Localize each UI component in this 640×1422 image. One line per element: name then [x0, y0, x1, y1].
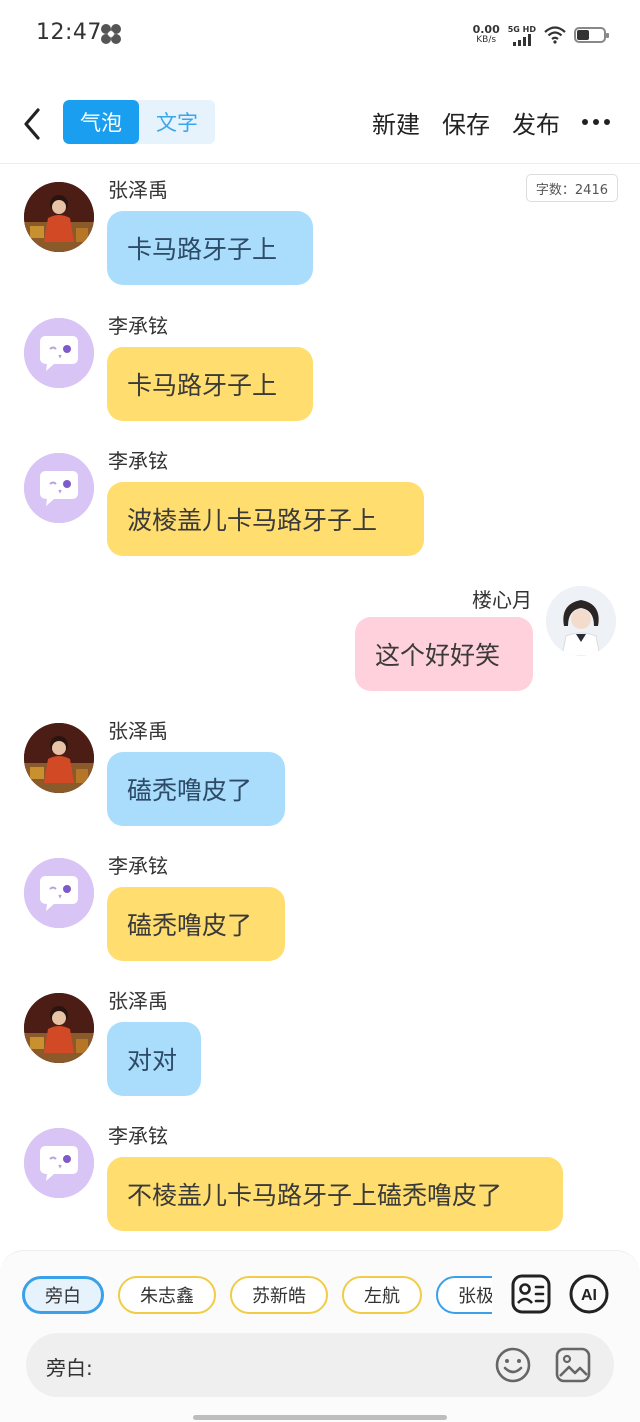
- toolbar-actions: 新建 保存 发布: [372, 100, 610, 144]
- save-button[interactable]: 保存: [442, 105, 490, 140]
- message-input-bar: 旁白:: [26, 1333, 614, 1397]
- character-selector: 旁白 朱志鑫 苏新皓 左航 张极: [22, 1276, 492, 1316]
- tab-text[interactable]: 文字: [139, 100, 215, 144]
- profile-photo-icon: [24, 182, 94, 252]
- character-chip[interactable]: 朱志鑫: [118, 1276, 216, 1314]
- message-item[interactable]: 李承铉 波棱盖儿卡马路牙子上: [0, 445, 640, 565]
- wifi-icon: [544, 26, 566, 44]
- chat-bubble-face-icon: [24, 858, 94, 928]
- message-item[interactable]: 楼心月 这个好好笑: [0, 584, 640, 704]
- message-bubble[interactable]: 波棱盖儿卡马路牙子上: [107, 482, 424, 556]
- avatar[interactable]: [24, 453, 94, 523]
- chat-bubble-face-icon: [24, 318, 94, 388]
- character-chip-narrator[interactable]: 旁白: [22, 1276, 104, 1314]
- fan-icon: [101, 24, 121, 44]
- chat-bubble-face-icon: [24, 1128, 94, 1198]
- chat-bubble-face-icon: [24, 453, 94, 523]
- character-chip[interactable]: 张极: [436, 1276, 492, 1314]
- sender-name: 张泽禹: [108, 989, 168, 1013]
- toolbar: 气泡 文字 新建 保存 发布: [0, 84, 640, 164]
- message-bubble[interactable]: 磕秃噜皮了: [107, 752, 285, 826]
- cellular-signal: 5G HD: [508, 25, 536, 46]
- profile-photo-icon: [546, 586, 616, 656]
- message-bubble[interactable]: 磕秃噜皮了: [107, 887, 285, 961]
- back-arrow-icon[interactable]: [16, 102, 52, 146]
- profile-photo-icon: [24, 993, 94, 1063]
- character-chip[interactable]: 左航: [342, 1276, 422, 1314]
- signal-bars-icon: [512, 33, 531, 46]
- network-speed-unit: KB/s: [476, 35, 497, 45]
- message-bubble[interactable]: 卡马路牙子上: [107, 211, 313, 285]
- sender-name: 张泽禹: [108, 719, 168, 743]
- more-icon[interactable]: [582, 118, 610, 126]
- message-item[interactable]: 李承铉 磕秃噜皮了: [0, 850, 640, 970]
- avatar[interactable]: [24, 1128, 94, 1198]
- status-time: 12:47: [36, 20, 102, 45]
- ai-button[interactable]: AI: [568, 1273, 610, 1315]
- emoji-icon[interactable]: [494, 1346, 532, 1384]
- message-bubble[interactable]: 不棱盖儿卡马路牙子上磕秃噜皮了: [107, 1157, 563, 1231]
- message-item[interactable]: 张泽禹 卡马路牙子上: [0, 174, 640, 294]
- character-chip[interactable]: 苏新皓: [230, 1276, 328, 1314]
- sender-name: 李承铉: [108, 449, 168, 473]
- avatar[interactable]: [24, 182, 94, 252]
- sender-name: 李承铉: [108, 854, 168, 878]
- sender-name: 李承铉: [108, 1124, 168, 1148]
- status-indicators: 0.00 KB/s 5G HD: [473, 22, 609, 48]
- avatar[interactable]: [24, 318, 94, 388]
- message-bubble[interactable]: 这个好好笑: [355, 617, 533, 691]
- composer-panel: 旁白 朱志鑫 苏新皓 左航 张极 AI 旁白:: [0, 1250, 640, 1422]
- avatar[interactable]: [24, 723, 94, 793]
- profile-photo-icon: [24, 723, 94, 793]
- sender-name: 张泽禹: [108, 178, 168, 202]
- message-bubble[interactable]: 对对: [107, 1022, 201, 1096]
- message-bubble[interactable]: 卡马路牙子上: [107, 347, 313, 421]
- message-item[interactable]: 张泽禹 对对: [0, 985, 640, 1105]
- status-bar: 12:47 0.00 KB/s 5G HD: [0, 0, 640, 70]
- publish-button[interactable]: 发布: [512, 105, 560, 140]
- avatar[interactable]: [546, 586, 616, 656]
- message-item[interactable]: 李承铉 不棱盖儿卡马路牙子上磕秃噜皮了: [0, 1120, 640, 1240]
- new-button[interactable]: 新建: [372, 105, 420, 140]
- home-indicator[interactable]: [193, 1415, 447, 1420]
- avatar[interactable]: [24, 858, 94, 928]
- network-speed: 0.00 KB/s: [473, 24, 500, 46]
- sender-name: 楼心月: [472, 588, 532, 612]
- signal-label: 5G HD: [507, 24, 536, 34]
- message-input[interactable]: [106, 1345, 486, 1385]
- input-speaker-label: 旁白:: [46, 1356, 93, 1380]
- tab-bubble[interactable]: 气泡: [63, 100, 139, 144]
- image-icon[interactable]: [554, 1346, 592, 1384]
- battery-icon: [574, 27, 609, 43]
- avatar[interactable]: [24, 993, 94, 1063]
- message-item[interactable]: 张泽禹 磕秃噜皮了: [0, 715, 640, 835]
- sender-name: 李承铉: [108, 314, 168, 338]
- ai-icon: AI: [569, 1274, 609, 1314]
- message-item[interactable]: 李承铉 卡马路牙子上: [0, 310, 640, 430]
- ai-icon-text: AI: [581, 1287, 597, 1304]
- mode-toggle: 气泡 文字: [63, 100, 215, 144]
- contact-card-icon[interactable]: [510, 1273, 552, 1315]
